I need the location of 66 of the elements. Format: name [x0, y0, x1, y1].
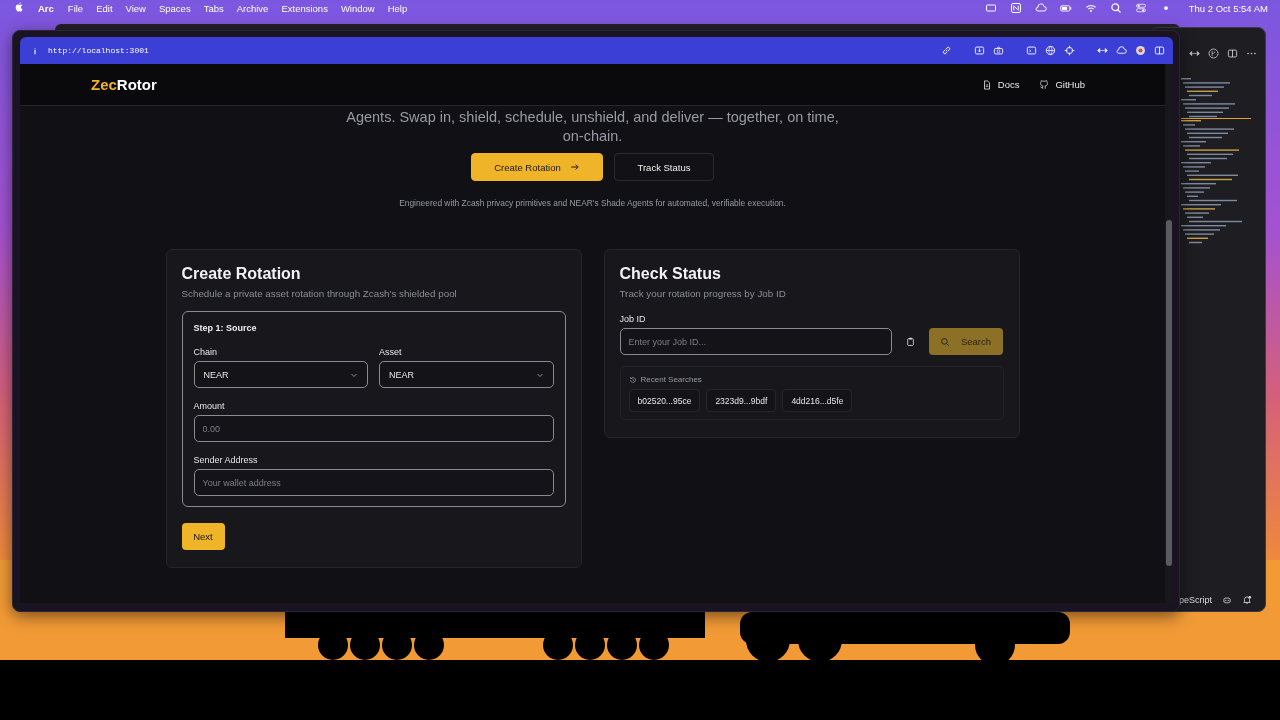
- recent-job-chip[interactable]: b02520...95ce: [628, 389, 701, 412]
- cloud-icon[interactable]: [1034, 2, 1047, 14]
- recent-job-chip[interactable]: 4dd216...d5fe: [782, 389, 853, 412]
- split-icon[interactable]: [1227, 48, 1238, 59]
- card-title: Create Rotation: [181, 265, 302, 283]
- menu-item[interactable]: Arc: [38, 2, 54, 14]
- job-id-field[interactable]: Enter your Job ID...: [619, 328, 892, 355]
- dropdown[interactable]: NEAR: [193, 361, 368, 388]
- recent-searches-title: Recent Searches: [640, 375, 702, 384]
- camera-icon[interactable]: [993, 45, 1004, 56]
- sidebar-icon[interactable]: [1154, 45, 1165, 56]
- tagline-text: Engineered with Zcash privacy primitives and NEAR's Shade Agents for automated, verifiable execution.: [399, 198, 786, 208]
- arrows-icon[interactable]: [1097, 45, 1108, 56]
- display-icon[interactable]: [984, 2, 997, 14]
- menu-item[interactable]: Spaces: [158, 2, 191, 14]
- hero-description: Agents. Swap in, shield, schedule, unshield, and deliver — together, on time, on-chain.: [345, 108, 840, 146]
- card-title: Check Status: [619, 265, 722, 283]
- input-field[interactable]: Your wallet address: [193, 469, 554, 496]
- globe-icon[interactable]: [1045, 45, 1056, 56]
- link-icon[interactable]: [941, 45, 952, 56]
- menu-item[interactable]: File: [67, 2, 84, 14]
- field-label: Asset: [379, 347, 403, 357]
- language-label[interactable]: peScript: [1179, 595, 1213, 605]
- field-label: Sender Address: [193, 455, 259, 465]
- field-label: Chain: [193, 347, 218, 357]
- bell-icon[interactable]: [1242, 595, 1253, 605]
- track-status-button[interactable]: Track Status: [614, 153, 714, 181]
- next-button[interactable]: Next: [181, 523, 225, 550]
- create-rotation-button[interactable]: Create Rotation: [471, 153, 603, 181]
- terminal-icon[interactable]: [1026, 45, 1037, 56]
- menu-item[interactable]: Extensions: [281, 2, 328, 14]
- menu-item[interactable]: Edit: [96, 2, 113, 14]
- compare-icon[interactable]: [1189, 48, 1200, 59]
- clipboard-icon[interactable]: [905, 336, 915, 347]
- nav-link[interactable]: GitHub: [1039, 79, 1085, 90]
- menu-clock[interactable]: Thu 2 Oct 5:54 AM: [1188, 2, 1268, 14]
- menu-item[interactable]: Archive: [236, 2, 269, 14]
- download-icon[interactable]: [974, 45, 985, 56]
- menu-item[interactable]: Help: [387, 2, 408, 14]
- avatar-icon[interactable]: [1135, 45, 1146, 56]
- step-title: Step 1: Source: [193, 323, 258, 333]
- field-label: Amount: [193, 401, 226, 411]
- control-center-icon[interactable]: [1134, 2, 1147, 14]
- card-subtitle: Track your rotation progress by Job ID: [619, 288, 787, 299]
- history-icon: [628, 375, 637, 384]
- github-icon: [1039, 79, 1050, 90]
- card-subtitle: Schedule a private asset rotation through Zcash's shielded pool: [181, 288, 458, 299]
- site-logo[interactable]: ZecRotor: [91, 76, 157, 93]
- search-icon: [939, 336, 950, 347]
- search-icon[interactable]: [1109, 2, 1122, 14]
- url-text[interactable]: http://localhost:3001: [48, 46, 149, 55]
- battery-icon[interactable]: [1059, 2, 1072, 14]
- cloud-icon[interactable]: [1116, 45, 1127, 56]
- input-field[interactable]: 0.00: [193, 415, 554, 442]
- target-icon[interactable]: [1064, 45, 1075, 56]
- arrow-icon: [569, 162, 580, 172]
- dropdown[interactable]: NEAR: [379, 361, 554, 388]
- document-icon: [981, 79, 992, 90]
- field-label: Job ID: [619, 314, 647, 324]
- menu-item[interactable]: View: [125, 2, 146, 14]
- nav-link[interactable]: Docs: [981, 79, 1020, 90]
- scrollbar-thumb[interactable]: [1166, 220, 1172, 566]
- menu-item[interactable]: Tabs: [203, 2, 224, 14]
- menu-item[interactable]: Window: [340, 2, 375, 14]
- recent-job-chip[interactable]: 2323d9...9bdf: [706, 389, 777, 412]
- wifi-icon[interactable]: [1084, 2, 1097, 14]
